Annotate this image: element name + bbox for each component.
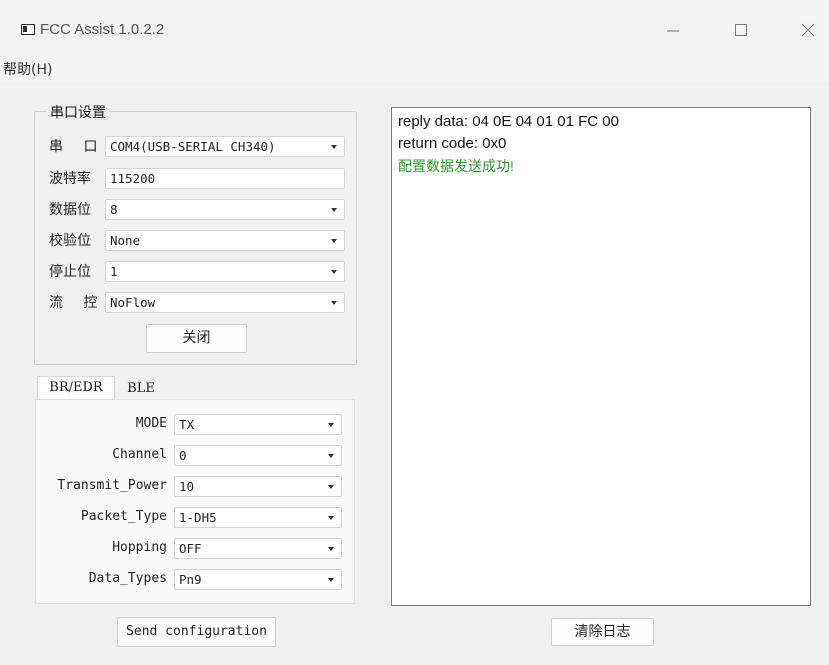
mode-select[interactable]: TX xyxy=(174,414,342,435)
flow-value: NoFlow xyxy=(110,295,156,310)
stopbits-value: 1 xyxy=(110,264,118,279)
app-window: FCC Assist 1.0.2.2 帮助(H) 串口设置 串 口 COM4(U… xyxy=(0,0,829,665)
data-types-label: Data_Types xyxy=(88,571,167,586)
parity-label: 校验位 xyxy=(49,233,91,249)
log-line: return code: 0x0 xyxy=(398,135,507,152)
parity-select[interactable]: None xyxy=(105,230,345,251)
mode-label: MODE xyxy=(135,416,167,431)
transmit-power-select[interactable]: 10 xyxy=(174,476,342,497)
chevron-down-icon xyxy=(328,516,334,520)
stopbits-label: 停止位 xyxy=(49,264,91,280)
chevron-down-icon xyxy=(331,301,337,305)
baud-input[interactable]: 115200 xyxy=(105,168,345,189)
hopping-label: Hopping xyxy=(112,540,167,555)
port-select[interactable]: COM4(USB-SERIAL CH340) xyxy=(105,136,345,157)
maximize-icon[interactable] xyxy=(731,20,751,40)
packet-type-select[interactable]: 1-DH5 xyxy=(174,507,342,528)
packet-type-value: 1-DH5 xyxy=(179,510,217,525)
chevron-down-icon xyxy=(328,423,334,427)
log-line-success: 配置数据发送成功! xyxy=(398,158,514,174)
app-window-icon xyxy=(21,24,35,35)
databits-label: 数据位 xyxy=(49,202,91,218)
menu-bar: 帮助(H) xyxy=(0,56,829,82)
stopbits-select[interactable]: 1 xyxy=(105,261,345,282)
minimize-icon[interactable] xyxy=(663,20,683,40)
baud-value: 115200 xyxy=(110,171,156,186)
clear-log-button[interactable]: 清除日志 xyxy=(551,618,654,646)
tab-br-edr[interactable]: BR/EDR xyxy=(37,376,115,400)
mode-value: TX xyxy=(179,417,195,432)
close-port-button[interactable]: 关闭 xyxy=(146,324,247,353)
databits-select[interactable]: 8 xyxy=(105,199,345,220)
data-types-select[interactable]: Pn9 xyxy=(174,569,342,590)
chevron-down-icon xyxy=(328,485,334,489)
send-configuration-button[interactable]: Send configuration xyxy=(117,617,276,647)
menu-help[interactable]: 帮助(H) xyxy=(3,59,52,79)
serial-settings-title: 串口设置 xyxy=(47,102,109,122)
chevron-down-icon xyxy=(331,145,337,149)
close-icon[interactable] xyxy=(798,20,818,40)
window-title: FCC Assist 1.0.2.2 xyxy=(40,21,165,38)
transmit-power-value: 10 xyxy=(179,479,195,494)
chevron-down-icon xyxy=(328,454,334,458)
databits-value: 8 xyxy=(110,202,118,217)
port-label: 串 口 xyxy=(49,139,106,155)
log-line: reply data: 04 0E 04 01 01 FC 00 xyxy=(398,113,619,130)
chevron-down-icon xyxy=(328,578,334,582)
parity-value: None xyxy=(110,233,141,248)
transmit-power-label: Transmit_Power xyxy=(57,478,167,493)
chevron-down-icon xyxy=(331,239,337,243)
hopping-select[interactable]: OFF xyxy=(174,538,342,559)
chevron-down-icon xyxy=(331,270,337,274)
channel-value: 0 xyxy=(179,448,187,463)
chevron-down-icon xyxy=(328,547,334,551)
port-value: COM4(USB-SERIAL CH340) xyxy=(110,139,276,154)
log-textarea[interactable]: reply data: 04 0E 04 01 01 FC 00 return … xyxy=(391,107,811,606)
packet-type-label: Packet_Type xyxy=(80,509,167,524)
baud-label: 波特率 xyxy=(49,171,91,187)
flow-label: 流 控 xyxy=(49,295,106,311)
channel-label: Channel xyxy=(112,447,167,462)
title-bar[interactable]: FCC Assist 1.0.2.2 xyxy=(0,0,829,56)
hopping-value: OFF xyxy=(179,541,202,556)
flow-select[interactable]: NoFlow xyxy=(105,292,345,313)
data-types-value: Pn9 xyxy=(179,572,202,587)
channel-select[interactable]: 0 xyxy=(174,445,342,466)
chevron-down-icon xyxy=(331,208,337,212)
